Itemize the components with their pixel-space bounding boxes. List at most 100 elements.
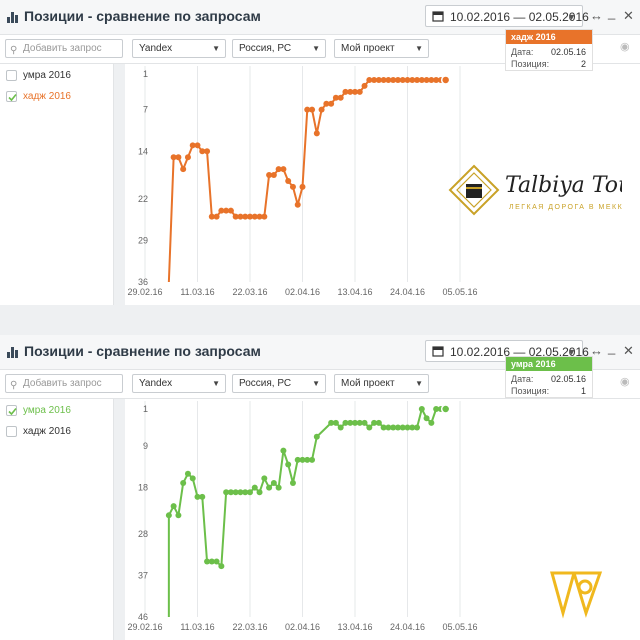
y-tick-label: 18: [138, 483, 148, 493]
x-tick-label: 22.03.16: [232, 622, 267, 632]
y-tick-label: 22: [138, 194, 148, 204]
data-point: [184, 154, 191, 161]
logo-tagline: ЛЕГКАЯ ДОРОГА В МЕККУ: [509, 204, 622, 211]
data-point: [261, 475, 268, 482]
x-tick-label: 22.03.16: [232, 287, 267, 297]
tooltip-position-value: 2: [580, 59, 586, 69]
data-point: [361, 82, 368, 89]
y-tick-label: 9: [143, 441, 148, 451]
data-point: [318, 106, 325, 113]
data-point: [289, 183, 296, 190]
y-tick-label: 1: [143, 69, 148, 79]
data-point: [180, 479, 187, 486]
data-point: [332, 419, 339, 426]
y-tick-label: 29: [138, 235, 148, 245]
data-point: [337, 424, 344, 431]
data-point: [285, 461, 292, 468]
data-point: [418, 406, 425, 412]
data-point: [199, 493, 206, 500]
data-point: [175, 512, 182, 519]
tooltip-position-label: Позиция:: [511, 386, 550, 396]
data-point: [184, 470, 191, 477]
data-point: [414, 424, 421, 431]
x-tick-label: 05.05.16: [442, 287, 477, 297]
x-tick-label: 02.04.16: [285, 622, 320, 632]
data-point: [256, 489, 263, 496]
data-point: [366, 424, 373, 431]
data-point: [194, 142, 201, 149]
x-tick-label: 05.05.16: [442, 622, 477, 632]
data-point: [180, 166, 187, 173]
data-point: [299, 183, 306, 190]
data-point: [375, 419, 382, 426]
data-point: [289, 479, 296, 486]
data-point: [309, 106, 316, 113]
x-tick-label: 13.04.16: [337, 287, 372, 297]
data-point: [440, 404, 451, 414]
series-line: [167, 408, 446, 617]
data-point: [204, 148, 211, 155]
data-point: [165, 512, 172, 519]
data-point: [275, 484, 282, 491]
y-tick-label: 37: [138, 570, 148, 580]
talbiya-tour-logo: Talbiya Tour ЛЕГКАЯ ДОРОГА В МЕККУ: [448, 164, 622, 216]
x-tick-label: 29.02.16: [127, 287, 162, 297]
tooltip-date-value: 02.05.16: [550, 374, 586, 384]
monogram-icon: [550, 571, 603, 619]
y-tick-label: 46: [138, 612, 148, 622]
data-point: [213, 558, 220, 565]
data-point: [227, 207, 234, 214]
data-point: [280, 447, 287, 454]
data-point: [440, 75, 451, 85]
data-point: [309, 456, 316, 463]
tooltip-position-value: 1: [580, 386, 586, 396]
panel-separator: [0, 305, 640, 335]
positions-panel-hajj: Позиции - сравнение по запросам 10.02.20…: [0, 0, 640, 305]
x-tick-label: 29.02.16: [127, 622, 162, 632]
x-tick-label: 24.04.16: [390, 287, 425, 297]
tooltip-date-value: 02.05.16: [550, 47, 586, 57]
data-point: [218, 563, 225, 570]
tooltip-title: хадж 2016: [506, 30, 592, 44]
y-tick-label: 28: [138, 529, 148, 539]
chart-tooltip: умра 2016 Дата: 02.05.16 Позиция: 1: [505, 356, 593, 398]
data-point: [189, 475, 196, 482]
y-tick-label: 14: [138, 146, 148, 156]
x-tick-label: 11.03.16: [180, 622, 214, 632]
data-point: [251, 484, 258, 491]
data-point: [337, 94, 344, 101]
chart-gridlines: [144, 401, 461, 617]
y-tick-label: 36: [138, 277, 148, 287]
data-point: [313, 433, 320, 440]
data-point: [428, 419, 435, 426]
y-tick-label: 1: [143, 404, 148, 414]
kaaba-emblem-icon: [448, 164, 500, 216]
data-point: [266, 484, 273, 491]
x-tick-label: 24.04.16: [390, 622, 425, 632]
data-point: [313, 130, 320, 137]
tooltip-position-label: Позиция:: [511, 59, 550, 69]
x-tick-label: 11.03.16: [180, 287, 214, 297]
data-point: [361, 419, 368, 426]
chart-tooltip: хадж 2016 Дата: 02.05.16 Позиция: 2: [505, 29, 593, 71]
data-point: [356, 88, 363, 95]
data-point: [270, 172, 277, 179]
tooltip-date-label: Дата:: [511, 47, 534, 57]
tooltip-date-label: Дата:: [511, 374, 534, 384]
brand-monogram-logo: [550, 571, 603, 619]
data-point: [328, 100, 335, 107]
x-tick-label: 13.04.16: [337, 622, 372, 632]
data-point: [170, 503, 177, 510]
data-point: [213, 213, 220, 220]
data-point: [294, 201, 301, 208]
data-point: [270, 479, 277, 486]
data-point: [285, 177, 292, 184]
data-point: [280, 166, 287, 173]
data-point: [261, 213, 268, 220]
logo-name: Talbiya Tour: [505, 173, 622, 198]
data-point: [423, 415, 430, 422]
data-point: [247, 489, 253, 496]
y-tick-label: 7: [143, 105, 148, 115]
x-tick-label: 02.04.16: [285, 287, 320, 297]
data-point: [175, 154, 182, 161]
